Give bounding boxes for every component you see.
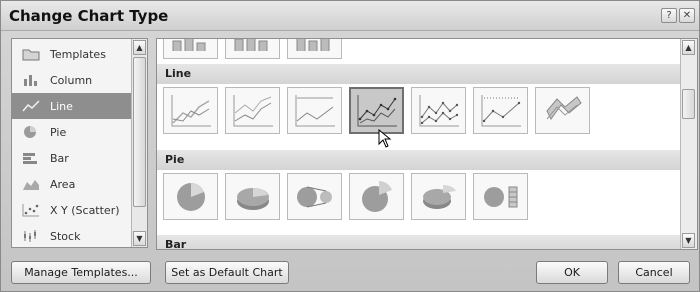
category-label: Pie [50,125,67,139]
category-label: Stock [50,229,81,243]
section-header-bar: Bar [157,235,680,249]
help-button[interactable]: ? [661,8,677,23]
category-item-line[interactable]: Line [12,93,132,119]
3d-line-thumbnail[interactable] [535,87,590,134]
category-item-templates[interactable]: Templates [12,41,132,67]
exploded-3d-pie-thumbnail[interactable] [411,173,466,220]
stock-chart-icon [22,229,40,243]
dialog-title: Change Chart Type [9,7,169,25]
bar-chart-icon [22,151,40,165]
set-default-chart-button[interactable]: Set as Default Chart [165,261,289,284]
line-with-markers-thumbnail[interactable] [349,87,404,134]
category-item-scatter[interactable]: X Y (Scatter) [12,197,132,223]
section-header-pie: Pie [157,150,680,170]
column-thumbnails-partial [163,39,342,59]
exploded-pie-thumbnail[interactable] [349,173,404,220]
category-label: Column [50,73,93,87]
100-stacked-line-markers-thumbnail[interactable] [473,87,528,134]
chart-thumbnail[interactable] [163,39,218,59]
gallery-scrollbar[interactable]: ▲ ▼ [680,39,697,249]
chart-thumbnail[interactable] [225,39,280,59]
category-item-column[interactable]: Column [12,67,132,93]
mouse-pointer-icon [378,128,392,153]
category-scrollbar[interactable]: ▲ ▼ [131,39,147,247]
area-chart-icon [22,177,40,191]
category-items: Templates Column Line Pie Bar Area X Y (… [12,41,132,249]
section-header-line: Line [157,64,680,84]
pie-thumbnail[interactable] [163,173,218,220]
folder-icon [22,47,40,61]
scroll-down-arrow-icon[interactable]: ▼ [133,231,146,246]
change-chart-type-dialog: Change Chart Type ? ✕ Templates Column L… [0,0,700,292]
category-label: Templates [50,47,106,61]
pie-chart-icon [22,125,40,139]
chart-thumbnail[interactable] [287,39,342,59]
scroll-thumb[interactable] [133,57,146,207]
title-bar: Change Chart Type ? ✕ [1,1,699,31]
bar-of-pie-thumbnail[interactable] [473,173,528,220]
chart-category-list: Templates Column Line Pie Bar Area X Y (… [11,38,148,248]
title-buttons: ? ✕ [661,8,695,23]
category-item-bar[interactable]: Bar [12,145,132,171]
close-button[interactable]: ✕ [679,8,695,23]
stacked-line-thumbnail[interactable] [225,87,280,134]
cancel-button[interactable]: Cancel [618,261,690,284]
category-item-area[interactable]: Area [12,171,132,197]
pie-thumbnails [163,173,528,220]
100-stacked-line-thumbnail[interactable] [287,87,342,134]
scroll-up-arrow-icon[interactable]: ▲ [682,40,695,55]
chart-gallery: Line Pie Bar ▲ ▼ [156,38,698,250]
line-chart-thumbnail[interactable] [163,87,218,134]
scroll-thumb[interactable] [682,89,695,119]
column-chart-icon [22,73,40,87]
category-label: X Y (Scatter) [50,203,120,217]
category-item-stock[interactable]: Stock [12,223,132,249]
manage-templates-button[interactable]: Manage Templates... [11,261,151,284]
scroll-up-arrow-icon[interactable]: ▲ [133,40,146,55]
category-label: Bar [50,151,69,165]
3d-pie-thumbnail[interactable] [225,173,280,220]
category-label: Line [50,99,73,113]
stacked-line-markers-thumbnail[interactable] [411,87,466,134]
line-thumbnails [163,87,590,134]
category-label: Area [50,177,76,191]
category-item-pie[interactable]: Pie [12,119,132,145]
scatter-chart-icon [22,203,40,217]
line-chart-icon [22,99,40,113]
scroll-down-arrow-icon[interactable]: ▼ [682,233,695,248]
ok-button[interactable]: OK [536,261,608,284]
pie-of-pie-thumbnail[interactable] [287,173,342,220]
